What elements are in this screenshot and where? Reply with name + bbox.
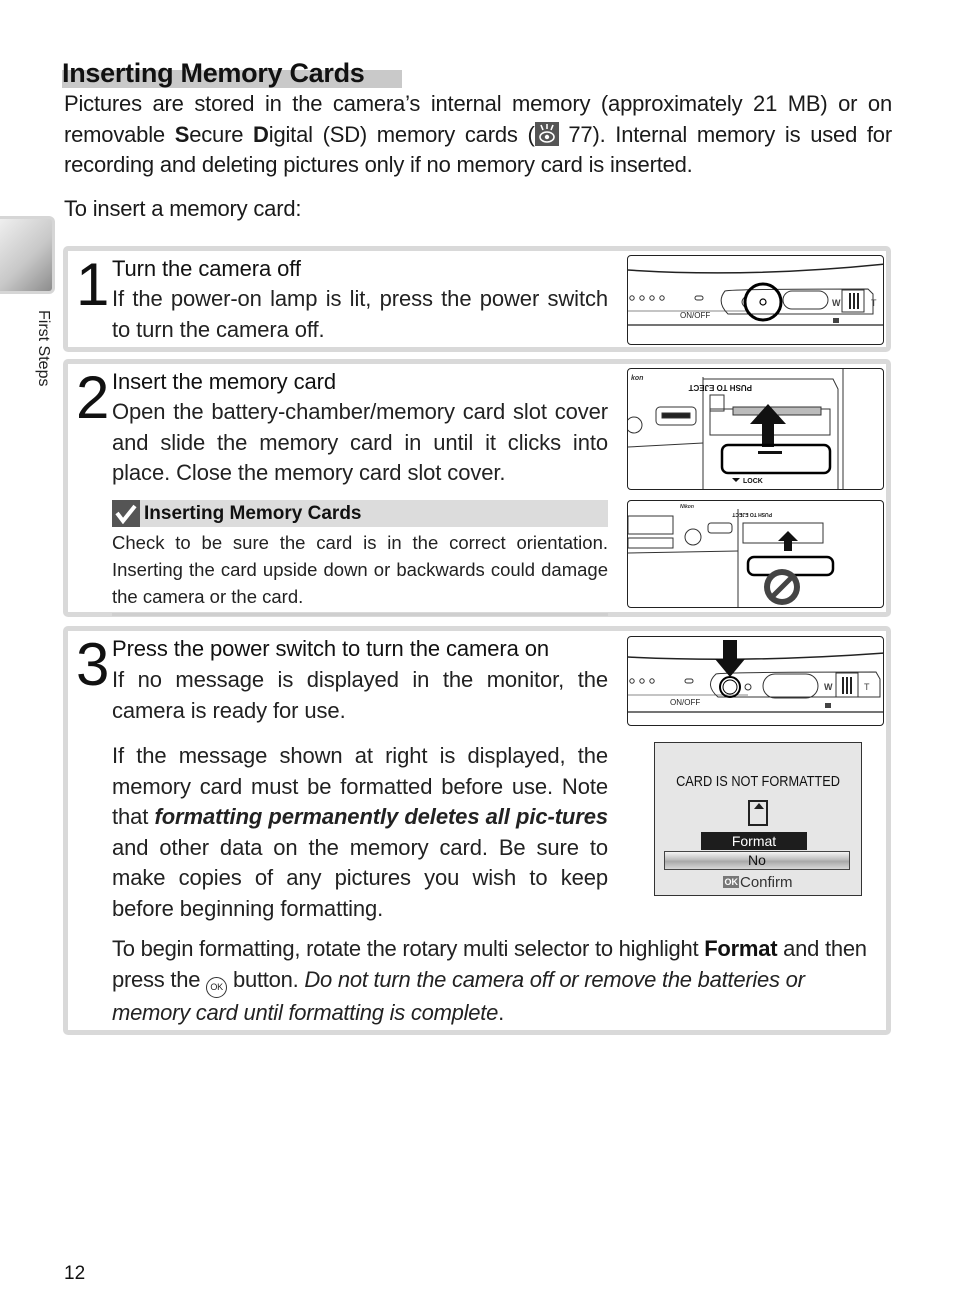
lock-label: LOCK — [743, 478, 763, 485]
menu-option-no[interactable]: No — [664, 851, 850, 870]
zoom-wide-label: W — [824, 682, 833, 692]
card-insert-illustration-incorrect: Nikon PUSH TO EJECT — [627, 500, 884, 608]
push-to-eject-label: PUSH TO EJECT — [732, 511, 772, 517]
zoom-tele-label: T — [864, 682, 870, 692]
prohibited-icon — [764, 569, 800, 605]
ok-button-icon: OK — [206, 976, 228, 998]
camera-power-switch-diagram: ON/OFF W T — [628, 263, 883, 326]
monitor-message-title: CARD IS NOT FORMATTED — [676, 773, 840, 790]
lead-text: To insert a memory card: — [64, 196, 302, 221]
format-warning-emphasis: formatting permanently deletes all pic-t… — [154, 804, 608, 829]
step-3: 3 Press the power switch to turn the cam… — [63, 626, 891, 1035]
step-heading: Press the power switch to turn the camer… — [112, 636, 550, 661]
step-2: 2 Insert the memory card Open the batter… — [63, 359, 891, 617]
reference-eye-icon[interactable] — [534, 121, 559, 146]
step-number: 1 — [76, 251, 109, 318]
confirm-label: Confirm — [739, 874, 793, 891]
step-number: 2 — [76, 364, 109, 431]
camera-monitor-message: CARD IS NOT FORMATTED Format No OK Confir… — [654, 742, 862, 896]
step-heading: Insert the memory card — [112, 369, 336, 394]
confirm-hint: OK Confirm — [655, 874, 861, 891]
section-tab-label-wrap: First Steps — [32, 310, 52, 400]
step-text: If no message is displayed in the monito… — [112, 667, 608, 723]
brand-label: Nikon — [680, 504, 694, 510]
format-instruction-text-3: button. — [227, 966, 305, 992]
ok-badge-icon: OK — [723, 876, 739, 888]
step-text: If the power-on lamp is lit, press the p… — [112, 286, 608, 342]
zoom-wide-label: W — [832, 298, 841, 308]
brand-label: kon — [631, 375, 643, 382]
intro-paragraph: Pictures are stored in the camera’s inte… — [64, 89, 892, 181]
page-title-wrap: Inserting Memory Cards — [62, 58, 402, 90]
format-warning-text-2: and other data on the memory card. Be su… — [112, 834, 608, 921]
intro-bold-d: D — [253, 121, 269, 147]
on-off-label: ON/OFF — [680, 311, 710, 320]
menu-option-format[interactable]: Format — [701, 832, 807, 850]
format-keyword: Format — [704, 936, 778, 961]
intro-text-3: igital (SD) memory cards ( — [268, 121, 535, 147]
check-icon — [112, 500, 140, 527]
card-insert-illustration-correct: kon PUSH TO EJECT LOCK — [627, 368, 884, 490]
note-header: Inserting Memory Cards — [112, 500, 608, 527]
step-number: 3 — [76, 631, 109, 698]
note-title: Inserting Memory Cards — [144, 502, 362, 524]
note-text: Check to be sure the card is in the corr… — [112, 527, 608, 616]
step-text: Open the battery-chamber/memory card slo… — [112, 399, 608, 485]
format-instruction-paragraph: To begin formatting, rotate the rotary m… — [112, 934, 884, 1028]
zoom-tele-label: T — [871, 298, 877, 308]
intro-text-2: ecure — [189, 121, 254, 147]
format-warning-paragraph: If the message shown at right is display… — [112, 741, 608, 924]
format-instruction-text-4: . — [498, 999, 505, 1025]
camera-top-illustration-off: ON/OFF W T — [627, 255, 884, 345]
section-tab-label: First Steps — [35, 310, 52, 387]
intro-bold-s: S — [174, 121, 190, 147]
memory-card-icon — [748, 800, 768, 826]
page-title: Inserting Memory Cards — [62, 58, 365, 88]
check-note: Inserting Memory Cards Check to be sure … — [112, 500, 608, 616]
on-off-label: ON/OFF — [670, 698, 700, 707]
step-heading: Turn the camera off — [112, 256, 301, 281]
section-tab — [0, 216, 55, 294]
page-number: 12 — [64, 1263, 86, 1284]
camera-top-illustration-on: ON/OFF W T — [627, 636, 884, 726]
step-1: 1 Turn the camera off If the power-on la… — [63, 246, 891, 352]
format-instruction-text-1: To begin formatting, rotate the rotary m… — [112, 936, 705, 961]
push-to-eject-label: PUSH TO EJECT — [688, 383, 752, 392]
